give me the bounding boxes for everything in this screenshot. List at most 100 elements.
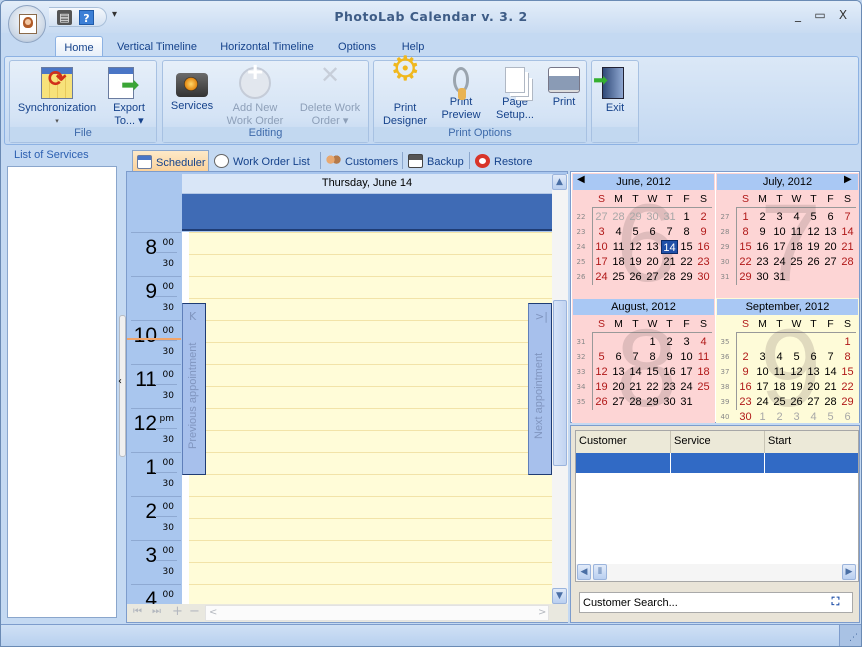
column-header-customer[interactable]: Customer bbox=[576, 431, 671, 453]
calendar-day[interactable]: 2 bbox=[661, 335, 678, 349]
calendar-day[interactable]: 29 bbox=[737, 270, 754, 284]
calendar-day[interactable]: 22 bbox=[737, 255, 754, 269]
calendar-day[interactable]: 20 bbox=[805, 380, 822, 394]
calendar-day[interactable]: 2 bbox=[695, 210, 712, 224]
calendar-day[interactable]: 11 bbox=[771, 365, 788, 379]
close-button[interactable]: X bbox=[835, 8, 851, 22]
calendar-day[interactable]: 21 bbox=[839, 240, 856, 254]
previous-month-icon[interactable]: ◀ bbox=[577, 174, 585, 185]
calendar-day[interactable]: 6 bbox=[644, 225, 661, 239]
calendar-day[interactable]: 4 bbox=[788, 210, 805, 224]
calendar-day[interactable]: 16 bbox=[754, 240, 771, 254]
calendar-day[interactable]: 18 bbox=[788, 240, 805, 254]
calendar-day[interactable]: 6 bbox=[822, 210, 839, 224]
calendar-day[interactable]: 29 bbox=[839, 395, 856, 409]
application-menu-button[interactable] bbox=[8, 5, 46, 43]
calendar-day[interactable]: 21 bbox=[822, 380, 839, 394]
calendar-day[interactable]: 27 bbox=[805, 395, 822, 409]
calendar-day[interactable]: 31 bbox=[678, 395, 695, 409]
calendar-day[interactable]: 9 bbox=[754, 225, 771, 239]
calendar-day[interactable]: 7 bbox=[627, 350, 644, 364]
calendar-day[interactable]: 4 bbox=[771, 350, 788, 364]
calendar-day[interactable]: 19 bbox=[627, 255, 644, 269]
calendar-day[interactable]: 7 bbox=[822, 350, 839, 364]
print-designer-button[interactable]: Print Designer bbox=[378, 63, 432, 128]
calendar-day[interactable]: 13 bbox=[822, 225, 839, 239]
grid-horizontal-scrollbar[interactable]: ◀ ⦀ ▶ bbox=[576, 564, 858, 581]
customize-quick-access-icon[interactable]: ▾ bbox=[112, 9, 117, 20]
calendar-day[interactable]: 1 bbox=[678, 210, 695, 224]
calendar-day[interactable]: 8 bbox=[678, 225, 695, 239]
calendar-day[interactable]: 17 bbox=[678, 365, 695, 379]
calendar-day[interactable]: 20 bbox=[822, 240, 839, 254]
calendar-day[interactable]: 30 bbox=[737, 410, 754, 423]
calendar-day[interactable]: 5 bbox=[822, 410, 839, 423]
last-icon[interactable]: ⏭ bbox=[152, 606, 161, 617]
calendar-day[interactable]: 5 bbox=[805, 210, 822, 224]
column-header-service[interactable]: Service bbox=[671, 431, 765, 453]
calendar-day[interactable]: 2 bbox=[771, 410, 788, 423]
calendar-day[interactable]: 15 bbox=[737, 240, 754, 254]
calendar-day[interactable]: 10 bbox=[771, 225, 788, 239]
next-appointment-button[interactable]: >| Next appointment bbox=[528, 303, 552, 475]
horizontal-scrollbar[interactable]: < > bbox=[205, 605, 549, 621]
calendar-day[interactable]: 18 bbox=[695, 365, 712, 379]
calendar-day[interactable]: 21 bbox=[661, 255, 678, 269]
calendar-day[interactable]: 28 bbox=[839, 255, 856, 269]
calendar-day[interactable]: 8 bbox=[737, 225, 754, 239]
calendar-day[interactable]: 1 bbox=[644, 335, 661, 349]
calendar-day[interactable]: 9 bbox=[661, 350, 678, 364]
resize-grip-icon[interactable]: ⋰ bbox=[839, 625, 861, 646]
calendar-day[interactable]: 9 bbox=[737, 365, 754, 379]
calendar-day[interactable]: 30 bbox=[695, 270, 712, 284]
calendar-day[interactable]: 5 bbox=[788, 350, 805, 364]
calendar-day[interactable]: 25 bbox=[788, 255, 805, 269]
calendar-day[interactable]: 14 bbox=[661, 240, 678, 254]
print-preview-button[interactable]: Print Preview bbox=[436, 63, 486, 122]
calendar-day[interactable]: 14 bbox=[627, 365, 644, 379]
binoculars-search-icon[interactable]: ⛶ bbox=[827, 595, 844, 610]
customer-search-input[interactable]: Customer Search... bbox=[579, 592, 853, 613]
calendar-day[interactable]: 30 bbox=[754, 270, 771, 284]
calendar-day[interactable]: 24 bbox=[593, 270, 610, 284]
calendar-day[interactable]: 1 bbox=[737, 210, 754, 224]
tab-vertical-timeline[interactable]: Vertical Timeline bbox=[111, 38, 203, 57]
calendar-day[interactable]: 12 bbox=[788, 365, 805, 379]
calendar-day[interactable]: 6 bbox=[610, 350, 627, 364]
calendar-day[interactable]: 27 bbox=[610, 395, 627, 409]
calendar-day[interactable]: 27 bbox=[644, 270, 661, 284]
calendar-day[interactable]: 29 bbox=[678, 270, 695, 284]
calendar-day[interactable]: 28 bbox=[822, 395, 839, 409]
print-button[interactable]: Print bbox=[544, 63, 584, 109]
calendar-day[interactable]: 6 bbox=[839, 410, 856, 423]
scroll-left-icon[interactable]: < bbox=[209, 607, 217, 618]
exit-button[interactable]: Exit bbox=[593, 63, 636, 115]
scroll-right-icon[interactable]: ▶ bbox=[842, 564, 856, 580]
tab-restore[interactable]: Restore bbox=[471, 150, 541, 171]
tab-scheduler[interactable]: Scheduler bbox=[132, 150, 209, 171]
calendar-day[interactable]: 15 bbox=[839, 365, 856, 379]
scroll-down-icon[interactable]: ▼ bbox=[552, 588, 567, 604]
calendar-day[interactable]: 16 bbox=[661, 365, 678, 379]
calendar-day[interactable]: 17 bbox=[593, 255, 610, 269]
quick-help-icon[interactable]: ? bbox=[79, 10, 94, 25]
calendar-day[interactable]: 31 bbox=[771, 270, 788, 284]
calendar-day[interactable]: 27 bbox=[822, 255, 839, 269]
scroll-thumb[interactable]: ⦀ bbox=[593, 564, 607, 580]
delete-work-order-button[interactable]: Delete Work Order ▾ bbox=[295, 63, 365, 128]
calendar-day[interactable]: 29 bbox=[627, 210, 644, 224]
tab-options[interactable]: Options bbox=[331, 38, 383, 57]
calendar-day[interactable]: 6 bbox=[805, 350, 822, 364]
calendar-day[interactable]: 5 bbox=[627, 225, 644, 239]
calendar-day[interactable]: 3 bbox=[788, 410, 805, 423]
tab-backup[interactable]: Backup bbox=[404, 150, 468, 171]
add-icon[interactable]: + bbox=[172, 604, 183, 619]
calendar-day[interactable]: 25 bbox=[610, 270, 627, 284]
calendar-day[interactable]: 8 bbox=[644, 350, 661, 364]
all-day-area[interactable] bbox=[182, 194, 552, 231]
calendar-day[interactable]: 30 bbox=[661, 395, 678, 409]
calendar-day[interactable]: 8 bbox=[839, 350, 856, 364]
calendar-day[interactable]: 15 bbox=[678, 240, 695, 254]
calendar-day[interactable]: 3 bbox=[678, 335, 695, 349]
calendar-day[interactable]: 12 bbox=[593, 365, 610, 379]
